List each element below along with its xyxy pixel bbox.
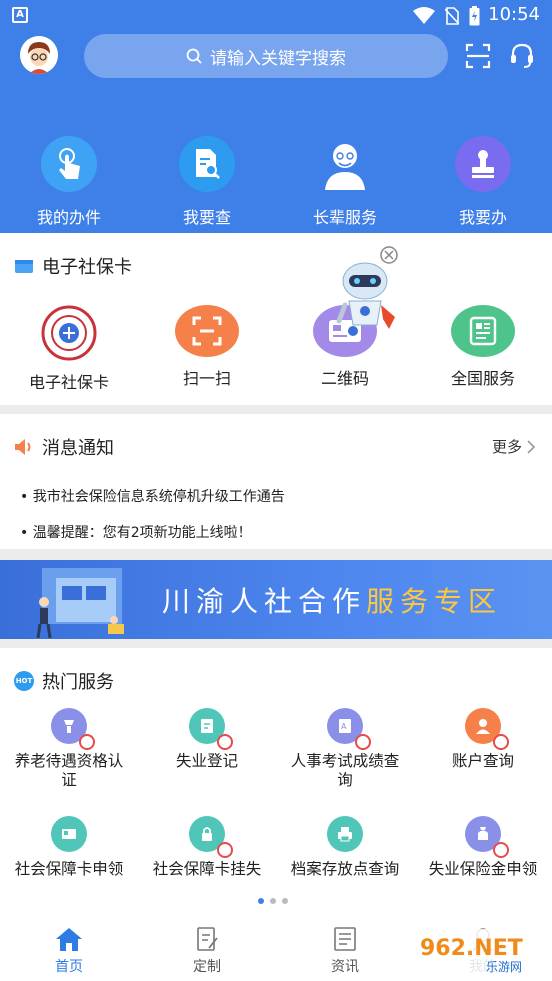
document-search-icon [179, 136, 235, 192]
notice-section: 消息通知 更多 • 我市社会保险信息系统停机升级工作通告 • 温馨提醒：您有2项… [0, 414, 552, 549]
quick-my-cases[interactable]: 我的办件 [0, 136, 138, 233]
search-placeholder: 请输入关键字搜索 [210, 48, 346, 69]
app-badge: A [12, 7, 28, 23]
quick-apply[interactable]: 我要办 [414, 136, 552, 233]
section-title: HOT 热门服务 [14, 671, 114, 693]
user-icon [465, 708, 509, 750]
news-icon [334, 927, 356, 951]
quick-actions: 我的办件 我要查 长辈服务 我要办 [0, 136, 552, 233]
hot-services-grid: 养老待遇资格认证 失业登记 A 人事考试成绩查询 账户查询 社会保障卡申领 社会… [0, 708, 552, 912]
avatar[interactable] [20, 36, 58, 74]
hot-exam-score-query[interactable]: A 人事考试成绩查询 [276, 708, 414, 804]
search-icon [186, 48, 202, 64]
hot-badge-icon: HOT [14, 671, 34, 691]
tab-home[interactable]: 首页 [0, 912, 138, 981]
banner-illustration [36, 568, 124, 638]
elder-icon [317, 136, 373, 192]
tab-news[interactable]: 资讯 [276, 912, 414, 981]
svg-text:A: A [341, 722, 347, 731]
page-dot[interactable] [270, 898, 276, 904]
hot-services-section: HOT 热门服务 养老待遇资格认证 失业登记 A 人事考试成绩查询 账户查询 社… [0, 648, 552, 912]
hot-card-application[interactable]: 社会保障卡申领 [0, 816, 138, 912]
scan-frame-icon [175, 305, 239, 357]
header: A 10:54 请输入关键字搜索 我的办件 我要查 长辈服务 我要办 [0, 0, 552, 233]
quick-query[interactable]: 我要查 [138, 136, 276, 233]
quick-label: 我的办件 [36, 208, 101, 227]
edit-document-icon [197, 927, 218, 951]
register-icon [189, 708, 233, 750]
hot-account-query[interactable]: 账户查询 [414, 708, 552, 804]
search-bar[interactable]: 请输入关键字搜索 [84, 34, 448, 78]
stamp-icon [455, 136, 511, 192]
hot-unemployment-benefit-application[interactable]: 失业保险金申领 [414, 816, 552, 912]
hot-card-loss-report[interactable]: 社会保障卡挂失 [138, 816, 276, 912]
hot-archive-location-query[interactable]: 档案存放点查询 [276, 816, 414, 912]
quick-label: 我要办 [458, 208, 507, 227]
watermark-text: 962.NET [420, 936, 523, 961]
certified-badge-icon [217, 734, 233, 750]
ss-electronic-card[interactable]: 电子社保卡 [0, 305, 138, 389]
watermark-logo: 962.NET 乐游网 [412, 929, 546, 975]
wifi-icon [413, 7, 435, 24]
hot-pension-certification[interactable]: 养老待遇资格认证 [0, 708, 138, 804]
qrcode-device-icon [451, 305, 515, 357]
tap-hand-icon [41, 136, 97, 192]
id-card-icon [51, 816, 87, 852]
robot-icon [336, 246, 398, 329]
exam-icon: A [327, 708, 371, 750]
pension-icon [51, 708, 95, 750]
page-dot[interactable] [282, 898, 288, 904]
tab-custom[interactable]: 定制 [138, 912, 276, 981]
page-indicator [258, 898, 288, 904]
certified-badge-icon [355, 734, 371, 750]
certified-badge-icon [79, 734, 95, 750]
chevron-right-icon [527, 439, 536, 454]
notice-item[interactable]: • 温馨提醒：您有2项新功能上线啦！ [20, 522, 252, 542]
social-card-section: 电子社保卡 电子社保卡 扫一扫 二维码 全国服务 [0, 233, 552, 405]
certified-badge-icon [217, 842, 233, 858]
printer-icon [327, 816, 363, 852]
watermark-sub: 乐游网 [486, 960, 522, 974]
section-title: 电子社保卡 [14, 253, 132, 279]
more-link[interactable]: 更多 [492, 436, 536, 457]
quick-label: 长辈服务 [312, 208, 377, 227]
battery-icon [469, 6, 480, 26]
certified-badge-icon [493, 842, 509, 858]
ss-scan[interactable]: 扫一扫 [138, 305, 276, 389]
notice-item[interactable]: • 我市社会保险信息系统停机升级工作通告 [20, 486, 285, 506]
speaker-icon [15, 439, 31, 455]
quick-elder-service[interactable]: 长辈服务 [276, 136, 414, 233]
ss-national-service[interactable]: 全国服务 [414, 305, 552, 389]
avatar-icon [20, 36, 58, 74]
certified-badge-icon [493, 734, 509, 750]
section-title: 消息通知 [14, 434, 114, 460]
top-bar: 请输入关键字搜索 [0, 34, 552, 80]
promo-banner[interactable]: 川渝人社合作服务专区 [0, 560, 552, 639]
status-bar: A 10:54 [0, 0, 552, 30]
quick-label: 我要查 [182, 208, 231, 227]
assistant-robot[interactable] [335, 245, 405, 340]
no-sim-icon [445, 7, 459, 25]
scan-icon[interactable] [464, 42, 492, 70]
status-icons [413, 6, 480, 26]
banner-title: 川渝人社合作服务专区 [162, 585, 503, 618]
clock: 10:54 [488, 4, 540, 25]
social-security-logo-icon [37, 305, 101, 361]
wallet-icon [15, 260, 33, 273]
home-icon [56, 928, 82, 951]
page-dot[interactable] [258, 898, 264, 904]
customer-service-icon[interactable] [508, 42, 536, 70]
social-card-actions: 电子社保卡 扫一扫 二维码 全国服务 [0, 305, 552, 389]
lock-icon [189, 816, 233, 858]
hot-unemployment-registration[interactable]: 失业登记 [138, 708, 276, 804]
money-bag-icon [465, 816, 509, 858]
